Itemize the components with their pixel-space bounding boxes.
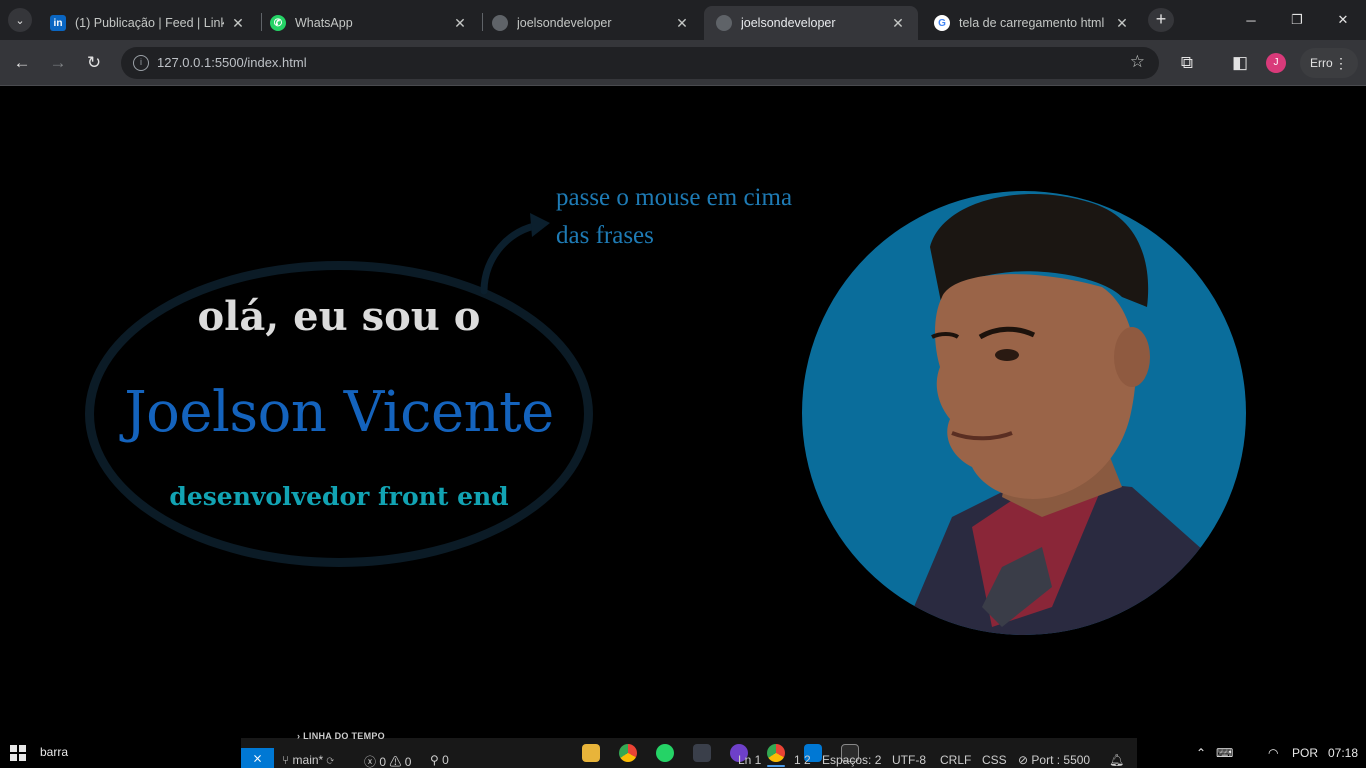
live-server-port[interactable]: ⊘ Port : 5500 [1018,753,1090,767]
warning-count: 0 [404,755,412,768]
problems-indicator[interactable]: ⓧ 0 ⚠ 0 [364,753,411,768]
screen-app-icon[interactable] [693,744,711,762]
windows-start-icon[interactable] [10,745,26,761]
encoding[interactable]: UTF-8 [892,753,926,767]
whatsapp-icon: ✆ [270,15,286,31]
close-icon[interactable]: ✕ [890,15,906,32]
close-icon[interactable]: ✕ [1114,15,1130,32]
error-label: Erro [1310,56,1333,70]
timeline-panel-header[interactable]: › LINHA DO TEMPO [297,731,385,741]
profile-photo [802,191,1246,635]
tab-title: (1) Publicação | Feed | LinkedIn [75,16,224,30]
active-app-indicator [767,765,785,767]
remote-icon: ⨯ [252,751,263,765]
star-icon[interactable]: ☆ [1130,52,1145,72]
error-icon: ⓧ [364,755,380,768]
language-mode[interactable]: CSS [982,753,1007,767]
minimize-button[interactable]: ─ [1228,0,1274,40]
puzzle-icon: ⧉ [1180,53,1194,72]
git-branch[interactable]: ⑂ main* ⟳ [282,753,334,767]
whatsapp-icon[interactable] [656,744,674,762]
wifi-icon[interactable]: ◠ [1268,746,1278,760]
url-text[interactable]: 127.0.0.1:5500/index.html [157,55,307,70]
sync-icon: ⟳ [326,753,334,767]
tab-title: WhatsApp [295,16,353,30]
side-panel-button[interactable]: ◧ [1228,51,1252,75]
no-entry-icon: ⊘ [1018,753,1032,767]
warning-icon: ⚠ [389,755,405,768]
chevron-up-icon[interactable]: ⌃ [1196,746,1206,760]
chrome-icon[interactable] [619,744,637,762]
bell-icon[interactable]: 🔔︎ [1109,753,1124,767]
tab-joelsondeveloper-active[interactable]: joelsondeveloper ✕ [704,6,918,40]
branch-icon: ⑂ [282,753,293,767]
indentation[interactable]: Espaços: 2 [822,753,881,767]
tab-strip: ⌄ in (1) Publicação | Feed | LinkedIn ✕ … [0,0,1366,40]
close-icon: ✕ [1337,12,1349,27]
tab-whatsapp[interactable]: ✆ WhatsApp ✕ [258,6,480,40]
file-explorer-icon[interactable] [582,744,600,762]
tab-google-search[interactable]: G tela de carregamento html c ✕ [922,6,1142,40]
globe-icon [492,15,508,31]
error-menu-button[interactable]: Erro ⋮ [1300,48,1358,78]
cursor-position[interactable]: Ln 1 [738,753,761,767]
plus-icon: + [1155,9,1167,29]
browser-toolbar: ← → ↻ i 127.0.0.1:5500/index.html ☆ ⧉ ◧ [0,40,1366,86]
name-heading[interactable]: Joelson Vicente [85,380,593,445]
tab-linkedin[interactable]: in (1) Publicação | Feed | LinkedIn ✕ [38,6,258,40]
address-bar[interactable]: i 127.0.0.1:5500/index.html ☆ [121,47,1159,79]
hint-line: das frases [556,222,654,249]
globe-icon [716,15,732,31]
column-position[interactable]: 1 2 [794,753,811,767]
antenna-icon: ⚲ [430,753,443,767]
arrow-left-icon: ← [13,53,31,72]
profile-avatar[interactable]: J [1266,53,1286,73]
page-content: olá, eu sou o Joelson Vicente desenvolve… [0,87,1366,738]
arrow-right-icon: → [49,53,67,72]
restore-icon: ❐ [1291,12,1303,27]
role-text[interactable]: desenvolvedor front end [85,482,593,511]
linkedin-icon: in [50,15,66,31]
chevron-down-icon: ⌄ [15,14,25,27]
reload-icon: ↻ [86,53,102,72]
reload-button[interactable]: ↻ [82,51,106,75]
close-icon[interactable]: ✕ [674,15,690,32]
taskbar-left [0,738,241,768]
close-icon[interactable]: ✕ [230,15,246,32]
info-icon[interactable]: i [133,55,149,71]
clock[interactable]: 07:18 [1328,746,1358,760]
tab-title: joelsondeveloper [741,16,836,30]
input-language[interactable]: POR [1292,746,1318,760]
chrome-active-icon[interactable] [767,744,785,762]
tab-joelsondeveloper[interactable]: joelsondeveloper ✕ [480,6,702,40]
line-endings[interactable]: CRLF [940,753,971,767]
tab-title: joelsondeveloper [517,16,612,30]
taskbar-search-label[interactable]: barra [40,745,68,759]
error-count: 0 [379,755,387,768]
more-vert-icon: ⋮ [1334,55,1348,71]
port-label: Port : 5500 [1031,753,1091,767]
side-panel-icon: ◧ [1231,53,1249,72]
extensions-button[interactable]: ⧉ [1175,51,1199,75]
google-icon: G [934,15,950,31]
close-icon[interactable]: ✕ [452,15,468,32]
language-switch-icon[interactable]: ⌨ [1216,746,1233,760]
close-window-button[interactable]: ✕ [1320,0,1366,40]
minimize-icon: ─ [1246,12,1256,28]
ports-count: 0 [442,753,449,767]
timeline-label: LINHA DO TEMPO [303,731,385,741]
new-tab-button[interactable]: + [1148,8,1174,32]
ports-indicator[interactable]: ⚲ 0 [430,753,449,767]
tab-title: tela de carregamento html c [959,16,1108,30]
forward-button[interactable]: → [46,51,70,75]
restore-button[interactable]: ❐ [1274,0,1320,40]
hint-line: passe o mouse em cima [556,184,793,211]
tab-search-button[interactable]: ⌄ [8,8,32,32]
hover-hint: passe o mouse em cima das frases [556,179,792,255]
back-button[interactable]: ← [10,51,34,75]
remote-indicator[interactable]: ⨯ [241,748,274,768]
branch-label: main* [292,753,324,767]
greeting-text[interactable]: olá, eu sou o [85,293,593,340]
